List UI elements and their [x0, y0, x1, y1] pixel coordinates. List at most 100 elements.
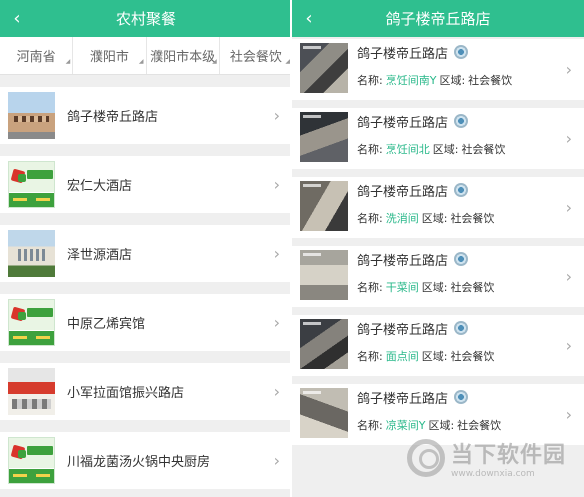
area-prefix: 区域: [432, 143, 459, 156]
camera-location: 干菜间 [385, 281, 419, 294]
food-safety-logo-image [8, 437, 55, 484]
dropdown-triangle-icon: ◢ [212, 58, 217, 65]
camera-restaurant-name: 鸽子楼帝丘路店 [357, 391, 449, 407]
camera-row[interactable]: 鸽子楼帝丘路店 名称: 洗消间 区域: 社会餐饮 › [292, 177, 584, 238]
name-prefix: 名称: [357, 350, 383, 363]
chevron-right-icon: › [273, 312, 280, 332]
chevron-right-icon: › [273, 105, 280, 125]
food-safety-logo-image [8, 161, 55, 208]
chevron-right-icon: › [565, 197, 572, 217]
camera-list: 鸽子楼帝丘路店 名称: 烹饪间南Y 区域: 社会餐饮 › 鸽子楼帝丘路店 名称: 烹饪间… [292, 39, 584, 445]
camera-location: 烹饪间北 [385, 143, 430, 156]
camera-row[interactable]: 鸽子楼帝丘路店 名称: 烹饪间北 区域: 社会餐饮 › [292, 108, 584, 169]
name-prefix: 名称: [357, 419, 383, 432]
webcam-icon [454, 45, 469, 59]
filter-city[interactable]: 濮阳市 ◢ [72, 37, 145, 74]
restaurant-name: 川福龙菌汤火锅中央厨房 [67, 455, 211, 470]
filter-district[interactable]: 濮阳市本级 ◢ [145, 37, 219, 74]
food-safety-logo-image [8, 299, 55, 346]
restaurant-photo [8, 230, 55, 277]
camera-location: 面点间 [385, 350, 419, 363]
camera-info: 鸽子楼帝丘路店 名称: 面点间 区域: 社会餐饮 [357, 315, 584, 376]
name-prefix: 名称: [357, 74, 383, 87]
back-button[interactable]: ‹ [6, 0, 28, 37]
camera-restaurant-name: 鸽子楼帝丘路店 [357, 184, 449, 200]
camera-area: 社会餐饮 [450, 281, 495, 294]
restaurant-row[interactable]: 宏仁大酒店 › [0, 156, 292, 213]
dropdown-triangle-icon: ◢ [65, 58, 71, 65]
chevron-right-icon: › [565, 404, 572, 424]
chevron-right-icon: › [565, 128, 572, 148]
chevron-right-icon: › [273, 450, 280, 470]
restaurant-list-screen: ‹ 农村聚餐 河南省 ◢ 濮阳市 ◢ 濮阳市本级 ◢ 社会餐饮 ◢ 鸽子楼帝丘路店 › … [0, 0, 292, 497]
restaurant-row[interactable]: 鸽子楼帝丘路店 › [0, 87, 292, 144]
camera-list-screen: ‹ 鸽子楼帝丘路店 鸽子楼帝丘路店 名称: 烹饪间南Y 区域: 社会餐饮 › 鸽子楼帝… [292, 0, 584, 497]
camera-restaurant-name: 鸽子楼帝丘路店 [357, 253, 449, 269]
restaurant-row[interactable]: 小军拉面馆振兴路店 › [0, 363, 292, 420]
camera-row[interactable]: 鸽子楼帝丘路店 名称: 烹饪间南Y 区域: 社会餐饮 › [292, 39, 584, 100]
back-button[interactable]: ‹ [298, 0, 320, 37]
filter-label: 濮阳市本级 [150, 50, 216, 65]
webcam-icon [454, 252, 469, 266]
page-title: 农村聚餐 [115, 10, 176, 28]
camera-snapshot [300, 319, 348, 369]
camera-snapshot [300, 181, 348, 231]
camera-snapshot [300, 250, 348, 300]
camera-area: 社会餐饮 [457, 419, 502, 432]
camera-restaurant-name: 鸽子楼帝丘路店 [357, 46, 449, 62]
webcam-icon [454, 390, 469, 404]
header-bar: ‹ 鸽子楼帝丘路店 [292, 0, 584, 37]
filter-province[interactable]: 河南省 ◢ [0, 37, 72, 74]
restaurant-photo [8, 92, 55, 139]
camera-row[interactable]: 鸽子楼帝丘路店 名称: 面点间 区域: 社会餐饮 › [292, 315, 584, 376]
name-prefix: 名称: [357, 212, 383, 225]
restaurant-list: 鸽子楼帝丘路店 › 宏仁大酒店 › 泽世源酒店 › 中原乙烯宾馆 › 小军拉面馆… [0, 75, 292, 489]
filter-label: 社会餐饮 [229, 50, 282, 65]
camera-location: 洗消间 [385, 212, 419, 225]
area-prefix: 区域: [428, 419, 455, 432]
app-screenshot: ‹ 农村聚餐 河南省 ◢ 濮阳市 ◢ 濮阳市本级 ◢ 社会餐饮 ◢ 鸽子楼帝丘路店 › … [0, 0, 584, 497]
camera-info: 鸽子楼帝丘路店 名称: 干菜间 区域: 社会餐饮 [357, 246, 584, 307]
area-prefix: 区域: [421, 212, 448, 225]
webcam-icon [454, 183, 469, 197]
camera-restaurant-name: 鸽子楼帝丘路店 [357, 115, 449, 131]
camera-snapshot [300, 43, 348, 93]
camera-info: 鸽子楼帝丘路店 名称: 洗消间 区域: 社会餐饮 [357, 177, 584, 238]
header-bar: ‹ 农村聚餐 [0, 0, 292, 37]
filter-bar: 河南省 ◢ 濮阳市 ◢ 濮阳市本级 ◢ 社会餐饮 ◢ [0, 37, 292, 75]
area-prefix: 区域: [421, 350, 448, 363]
camera-row[interactable]: 鸽子楼帝丘路店 名称: 凉菜间Y 区域: 社会餐饮 › [292, 384, 584, 445]
chevron-right-icon: › [273, 243, 280, 263]
name-prefix: 名称: [357, 143, 383, 156]
webcam-icon [454, 114, 469, 128]
camera-info: 鸽子楼帝丘路店 名称: 凉菜间Y 区域: 社会餐饮 [357, 384, 584, 445]
filter-label: 河南省 [16, 50, 56, 65]
camera-location: 凉菜间Y [385, 419, 426, 432]
page-title: 鸽子楼帝丘路店 [385, 10, 491, 28]
restaurant-row[interactable]: 中原乙烯宾馆 › [0, 294, 292, 351]
camera-info: 鸽子楼帝丘路店 名称: 烹饪间南Y 区域: 社会餐饮 [357, 39, 584, 100]
area-prefix: 区域: [421, 281, 448, 294]
chevron-left-icon: ‹ [305, 8, 313, 29]
restaurant-row[interactable]: 川福龙菌汤火锅中央厨房 › [0, 432, 292, 489]
camera-location: 烹饪间南Y [385, 74, 437, 87]
chevron-left-icon: ‹ [13, 8, 21, 29]
area-prefix: 区域: [439, 74, 466, 87]
filter-category[interactable]: 社会餐饮 ◢ [218, 37, 292, 74]
restaurant-name: 宏仁大酒店 [67, 179, 133, 194]
restaurant-name: 泽世源酒店 [67, 248, 133, 263]
camera-row[interactable]: 鸽子楼帝丘路店 名称: 干菜间 区域: 社会餐饮 › [292, 246, 584, 307]
restaurant-photo [8, 368, 55, 415]
chevron-right-icon: › [565, 266, 572, 286]
restaurant-name: 小军拉面馆振兴路店 [67, 386, 185, 401]
camera-area: 社会餐饮 [450, 212, 495, 225]
camera-area: 社会餐饮 [461, 143, 506, 156]
restaurant-row[interactable]: 泽世源酒店 › [0, 225, 292, 282]
restaurant-name: 中原乙烯宾馆 [67, 317, 146, 332]
camera-info: 鸽子楼帝丘路店 名称: 烹饪间北 区域: 社会餐饮 [357, 108, 584, 169]
camera-snapshot [300, 112, 348, 162]
chevron-right-icon: › [273, 174, 280, 194]
camera-area: 社会餐饮 [450, 350, 495, 363]
chevron-right-icon: › [565, 59, 572, 79]
filter-label: 濮阳市 [89, 50, 129, 65]
